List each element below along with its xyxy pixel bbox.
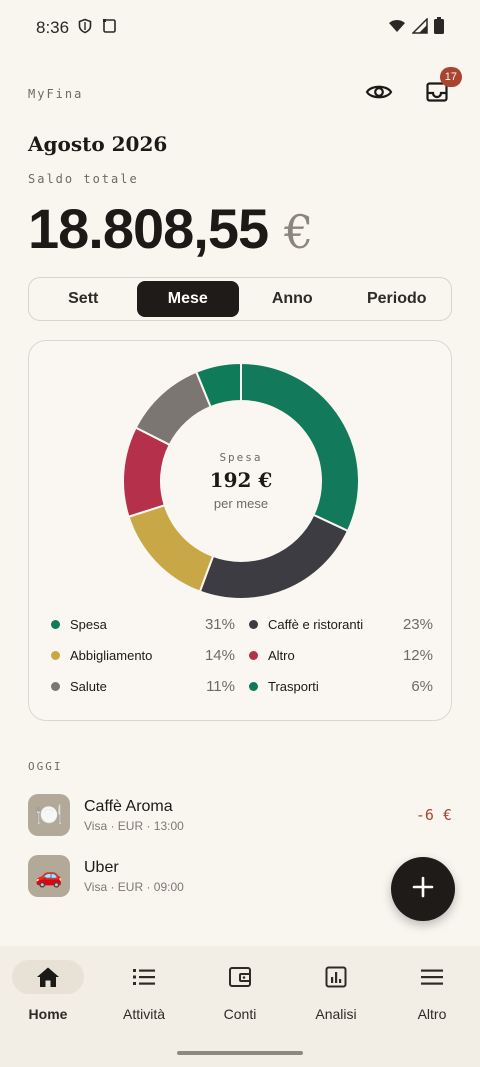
plus-icon bbox=[412, 876, 434, 903]
tab-sett[interactable]: Sett bbox=[32, 281, 135, 317]
status-time: 8:36 bbox=[36, 18, 70, 37]
balance-label: Saldo totale bbox=[28, 172, 139, 186]
legend-item: Altro 12% bbox=[249, 646, 433, 665]
legend-item: Abbigliamento 14% bbox=[51, 646, 235, 665]
legend-percent: 11% bbox=[206, 678, 235, 695]
legend-item: Caffè e ristoranti 23% bbox=[249, 615, 433, 634]
transaction-name: Uber bbox=[84, 858, 119, 876]
list-icon bbox=[108, 960, 180, 994]
tab-mese[interactable]: Mese bbox=[136, 281, 239, 317]
transaction-meta: Visa · EUR · 09:00 bbox=[84, 879, 184, 894]
legend-percent: 12% bbox=[402, 647, 433, 664]
legend-label: Caffè e ristoranti bbox=[268, 617, 364, 632]
legend-dot bbox=[249, 682, 258, 691]
nav-label: Conti bbox=[223, 1006, 257, 1022]
legend-item: Spesa 31% bbox=[51, 615, 235, 634]
eye-icon bbox=[365, 82, 393, 107]
signal-icon bbox=[411, 16, 428, 39]
brand-name: MyFina bbox=[28, 87, 84, 101]
donut-center-subtitle: per mese bbox=[213, 496, 269, 511]
inbox-badge: 17 bbox=[439, 67, 462, 87]
transaction-amount: -6 € bbox=[415, 806, 452, 824]
donut-slice-abbigliamento[interactable] bbox=[127, 503, 215, 593]
visibility-toggle-button[interactable] bbox=[364, 79, 394, 109]
nav-label: Analisi bbox=[315, 1006, 357, 1022]
nav-label: Altro bbox=[417, 1006, 447, 1022]
nav-label: Attività bbox=[122, 1006, 165, 1022]
legend-label: Salute bbox=[70, 679, 107, 694]
period-segmented-control: Sett Mese Anno Periodo bbox=[28, 277, 452, 321]
sim-card-icon bbox=[101, 18, 117, 39]
legend-label: Trasporti bbox=[268, 679, 319, 694]
donut-center-title: Spesa bbox=[219, 451, 263, 464]
spending-chart-card: Spesa 192 € per mese Spesa 31% Caffè e ris… bbox=[28, 340, 452, 721]
wallet-icon bbox=[204, 960, 276, 994]
legend-dot bbox=[249, 620, 258, 629]
legend-percent: 14% bbox=[204, 647, 235, 664]
nav-label: Home bbox=[28, 1006, 68, 1022]
nav-analisi[interactable]: Analisi bbox=[288, 960, 384, 1036]
donut-slice-salute[interactable] bbox=[134, 370, 212, 447]
balance-amount: 18.808,55 bbox=[28, 197, 269, 260]
car-icon: 🚗 bbox=[28, 855, 70, 897]
legend-dot bbox=[51, 682, 60, 691]
legend-dot bbox=[51, 620, 60, 629]
status-bar: 8:36 bbox=[0, 0, 480, 56]
transaction-row[interactable]: 🍽️ Caffè Aroma Visa · EUR · 13:00 -6 € bbox=[28, 793, 452, 837]
donut-slice-caff-e-ristoranti[interactable] bbox=[198, 513, 350, 599]
battery-icon bbox=[434, 17, 444, 39]
nav-conti[interactable]: Conti bbox=[192, 960, 288, 1036]
transaction-row[interactable]: 🚗 Uber Visa · EUR · 09:00 bbox=[28, 854, 452, 898]
menu-icon bbox=[396, 960, 468, 994]
balance: 18.808,55 € bbox=[28, 196, 313, 261]
restaurant-icon: 🍽️ bbox=[28, 794, 70, 836]
section-label-today: OGGI bbox=[28, 760, 63, 773]
legend-label: Spesa bbox=[70, 617, 107, 632]
transaction-meta: Visa · EUR · 13:00 bbox=[84, 818, 184, 833]
inbox-button[interactable]: 17 bbox=[422, 67, 462, 109]
legend-percent: 6% bbox=[411, 678, 433, 695]
gesture-home-indicator bbox=[177, 1051, 303, 1055]
bottom-navigation: Home Attività Conti Analisi Altro bbox=[0, 946, 480, 1067]
donut-center-value: 192 € bbox=[209, 468, 273, 492]
tab-periodo[interactable]: Periodo bbox=[346, 281, 449, 317]
nav-home[interactable]: Home bbox=[0, 960, 96, 1036]
chart-legend: Spesa 31% Caffè e ristoranti 23% Abbigliamen… bbox=[51, 615, 433, 696]
tab-anno[interactable]: Anno bbox=[241, 281, 344, 317]
legend-dot bbox=[51, 651, 60, 660]
legend-label: Abbigliamento bbox=[70, 648, 153, 663]
legend-label: Altro bbox=[268, 648, 295, 663]
home-icon bbox=[12, 960, 84, 994]
balance-currency: € bbox=[284, 205, 314, 259]
legend-item: Trasporti 6% bbox=[249, 677, 433, 696]
shield-icon bbox=[77, 18, 93, 39]
chart-icon bbox=[300, 960, 372, 994]
app-header: MyFina 17 bbox=[28, 67, 462, 116]
legend-dot bbox=[249, 651, 258, 660]
nav-altro[interactable]: Altro bbox=[384, 960, 480, 1036]
legend-item: Salute 11% bbox=[51, 677, 235, 696]
donut-center-label: Spesa 192 € per mese bbox=[123, 451, 359, 511]
wifi-icon bbox=[388, 18, 406, 39]
legend-percent: 23% bbox=[402, 616, 433, 633]
add-transaction-button[interactable] bbox=[391, 857, 455, 921]
transaction-name: Caffè Aroma bbox=[84, 797, 173, 815]
legend-percent: 31% bbox=[204, 616, 235, 633]
nav-attivita[interactable]: Attività bbox=[96, 960, 192, 1036]
period-title: Agosto 2026 bbox=[28, 132, 168, 156]
